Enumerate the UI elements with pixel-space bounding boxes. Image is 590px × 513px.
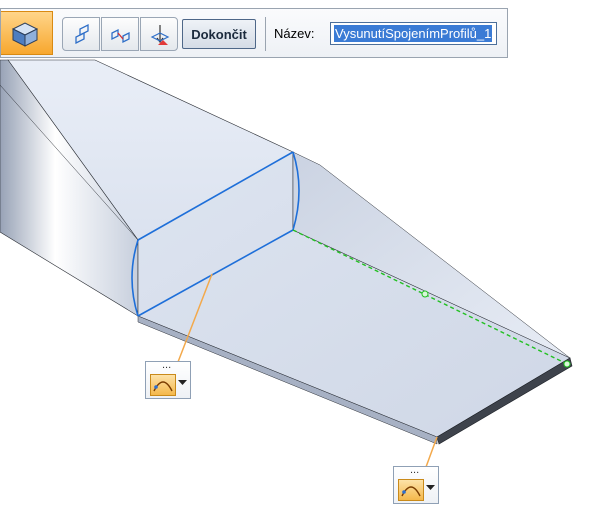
3d-viewport[interactable] <box>0 0 590 513</box>
quickpick-handle[interactable]: ... <box>162 359 171 371</box>
cross-section-step-icon <box>75 23 89 45</box>
quickpick-vertex-mapping[interactable]: ... <box>393 464 439 504</box>
cross-section-step-button[interactable] <box>62 17 100 51</box>
name-field-value[interactable]: VysunutíSpojenímProfilů_1 <box>334 25 493 42</box>
extent-step-button[interactable] <box>140 17 178 51</box>
name-field[interactable]: VysunutíSpojenímProfilů_1 <box>330 22 497 45</box>
vertex-mapping-button[interactable] <box>398 479 424 501</box>
vertex-mapping-button[interactable] <box>150 374 176 396</box>
extrude-solid-button[interactable] <box>1 11 53 55</box>
command-bar: Dokončit Název: VysunutíSpojenímProfilů_… <box>0 8 508 58</box>
quickpick-vertex-mapping[interactable]: ... <box>145 359 191 399</box>
toolbar-divider <box>265 17 266 51</box>
connection-midpoint-handle[interactable] <box>421 290 429 298</box>
quickpick-handle[interactable]: ... <box>410 464 419 476</box>
vertex-mapping-icon <box>153 381 173 392</box>
name-label: Název: <box>274 26 315 41</box>
finish-button[interactable]: Dokončit <box>182 19 256 49</box>
dropdown-arrow-icon[interactable] <box>426 485 435 491</box>
extrude-solid-icon <box>11 22 39 47</box>
dropdown-arrow-icon[interactable] <box>178 380 187 386</box>
vertex-mapping-icon <box>401 486 421 497</box>
extent-step-icon <box>150 25 170 45</box>
path-step-icon <box>111 28 130 44</box>
connection-endpoint-handle[interactable] <box>563 360 571 368</box>
path-step-button[interactable] <box>101 17 139 51</box>
